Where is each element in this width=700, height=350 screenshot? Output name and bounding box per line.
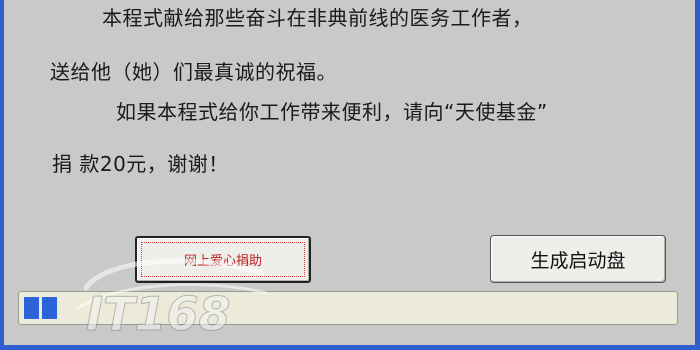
message-line-4: 捐 款20元，谢谢！ — [52, 152, 229, 176]
online-donate-button[interactable]: 网上爱心捐助 — [135, 236, 311, 283]
online-donate-button-label: 网上爱心捐助 — [183, 254, 262, 269]
create-boot-disk-button[interactable]: 生成启动盘 — [490, 235, 666, 283]
progress-block — [24, 297, 39, 319]
message-line-1: 本程式献给那些奋斗在非典前线的医务工作者， — [102, 6, 533, 30]
progress-bar — [18, 291, 678, 325]
create-boot-disk-button-label: 生成启动盘 — [530, 249, 626, 272]
message-line-3: 如果本程式给你工作带来便利，请向“天使基金” — [116, 100, 548, 124]
dialog-window: 本程式献给那些奋斗在非典前线的医务工作者， 送给他（她）们最真诚的祝福。 如果本… — [0, 0, 700, 350]
message-line-2: 送给他（她）们最真诚的祝福。 — [50, 60, 337, 84]
progress-block — [42, 297, 57, 319]
